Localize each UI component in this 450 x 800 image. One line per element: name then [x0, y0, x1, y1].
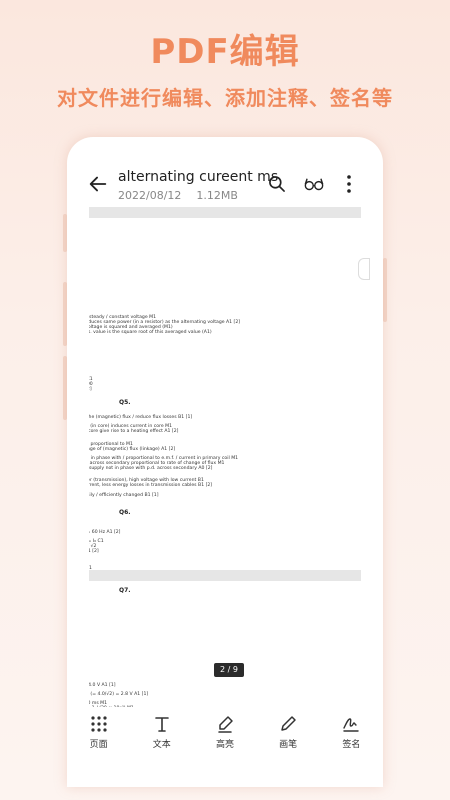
doc-line: currents in core give rise to a heating …	[89, 429, 179, 434]
tool-pages[interactable]: 页面	[74, 707, 124, 757]
question-label: Q5.	[119, 399, 131, 406]
side-panel-handle[interactable]	[358, 258, 370, 280]
tool-pages-label: 页面	[89, 740, 108, 750]
doc-line: rate of change of (magnetic) flux (linka…	[89, 447, 176, 452]
text-icon	[154, 717, 169, 732]
doc-line: 6 (a) (i) peak voltage = 4.0 V A1 [1]	[89, 683, 116, 688]
doc-line: with low current, less energy losses in …	[89, 483, 213, 488]
back-arrow-icon[interactable]	[87, 173, 109, 195]
page-indicator: 2 / 9	[214, 663, 244, 677]
file-info: 2022/08/12 1.12MB	[118, 189, 238, 202]
tool-signature-label: 签名	[342, 740, 361, 750]
doc-line: frequency = 60 Hz A1 [2]	[89, 530, 121, 535]
tool-text-label: 文本	[152, 740, 171, 750]
tool-signature[interactable]: 签名	[326, 707, 376, 757]
pen-icon	[281, 716, 296, 731]
doc-line: R = 400 / 7.0² A1	[89, 566, 92, 571]
tool-highlight-label: 高亮	[215, 740, 234, 750]
app-bar: alternating cureent ms 2022/08/12 1.12MB	[67, 167, 383, 209]
file-size: 1.12MB	[196, 189, 238, 202]
doc-line: = 16 Ω A1 [2]	[89, 387, 92, 392]
promo-subtitle: 对文件进行编辑、添加注释、签名等	[57, 86, 393, 110]
bottom-toolbar: 页面 文本 高亮 画笔 签名	[67, 707, 383, 757]
doc-line: (ii) voltage is easily / efficiently cha…	[89, 493, 159, 498]
signature-icon	[343, 718, 360, 732]
promo-title: PDF编辑	[150, 32, 300, 72]
search-icon[interactable]	[267, 174, 287, 194]
question-label: Q6.	[119, 509, 131, 516]
doc-line: 6 (a) (i) to concentrate the (magnetic) …	[89, 415, 193, 420]
grid-icon	[90, 716, 107, 732]
file-date: 2022/08/12	[118, 189, 182, 202]
doc-line: = 7.0 A A1 [2]	[89, 549, 99, 554]
more-vertical-icon[interactable]	[344, 174, 354, 194]
tool-highlight[interactable]: 高亮	[200, 707, 250, 757]
doc-line: so e.m.f. of supply not in phase with p.…	[89, 466, 213, 471]
glasses-icon[interactable]	[303, 174, 325, 194]
side-button-right	[383, 258, 387, 322]
file-title: alternating cureent ms	[118, 169, 279, 185]
tool-pen[interactable]: 画笔	[263, 707, 313, 757]
highlighter-icon	[218, 716, 233, 733]
doc-line: the r.m.s. value is the square root of t…	[89, 330, 212, 335]
pdf-document-view[interactable]: 7 (a) either the value of steady / const…	[89, 207, 361, 707]
doc-line: (ii) r.m.s. voltage (= 4.0/√2) = 2.8 V A…	[89, 692, 149, 697]
pdf-page-content: 7 (a) either the value of steady / const…	[89, 207, 361, 707]
phone-frame: alternating cureent ms 2022/08/12 1.12MB…	[67, 137, 383, 787]
question-label: Q7.	[119, 587, 131, 594]
tool-text[interactable]: 文本	[137, 707, 187, 757]
tool-pen-label: 画笔	[279, 740, 298, 750]
